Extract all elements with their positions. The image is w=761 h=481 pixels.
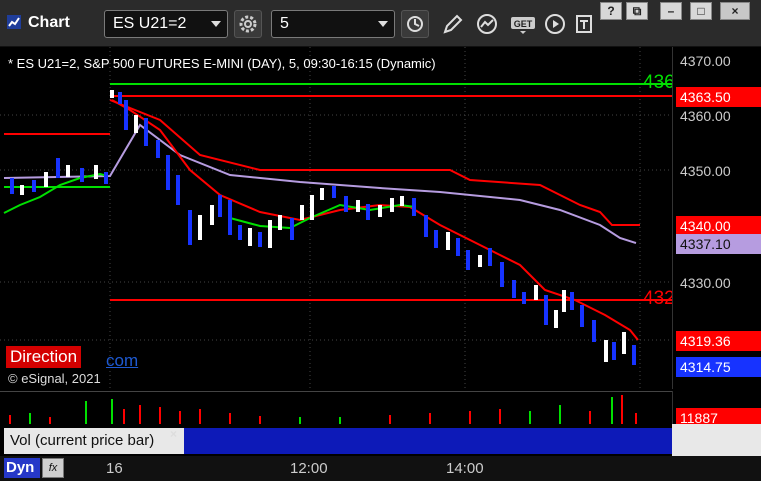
symbol-input[interactable]: ES U21=2 [104,10,228,38]
price-tag-ma: 4337.10 [676,234,761,254]
green-line-label: 436 [643,72,675,93]
purple-ma-line [3,123,637,244]
volume-close-icon[interactable]: × [170,427,177,441]
price-tag-mid: 4340.00 [676,216,761,236]
help-button[interactable]: ? [600,2,622,20]
chevron-down-icon [211,21,221,27]
pencil-icon [443,14,463,34]
gear-icon [239,15,257,33]
window-toolbar: Chart ES U21=2 5 GET ? ⧉ – □ × [0,0,761,47]
price-chart[interactable] [0,47,672,389]
green-ma-line-2 [229,203,416,230]
svg-text:GET: GET [514,19,533,29]
y-tick-4350: 4350.00 [680,163,731,179]
clock-icon [407,16,423,32]
fx-button[interactable]: fx [42,458,64,478]
get-button[interactable]: GET [507,10,537,38]
play-icon [545,14,565,34]
get-icon: GET [511,17,535,34]
maximize-button[interactable]: □ [690,2,712,20]
interval-value: 5 [280,15,289,32]
y-tick-4360: 4360.00 [680,108,731,124]
dyn-button[interactable]: Dyn [4,458,40,478]
play-button[interactable] [541,10,569,38]
app-title: Chart [28,14,70,31]
time-label-16: 16 [106,460,123,477]
grid-lines [0,47,672,389]
copyright-text: © eSignal, 2021 [8,371,101,386]
chevron-down-icon [378,21,388,27]
symbol-value: ES U21=2 [113,15,187,32]
settings-button[interactable] [234,10,262,38]
price-tag-high: 4363.50 [676,87,761,107]
interval-input[interactable]: 5 [271,10,395,38]
time-label-1400: 14:00 [446,460,484,477]
price-tag-last: 4314.75 [676,357,761,377]
volume-bars [9,395,637,424]
candles [10,90,636,365]
template-button[interactable] [571,10,599,38]
chart-app-icon [7,15,21,29]
y-tick-4370: 4370.00 [680,53,731,69]
volume-study-bar [184,428,672,454]
line-chart-icon [477,14,497,34]
draw-button[interactable] [439,10,467,38]
time-button[interactable] [401,10,429,38]
restore-button[interactable]: ⧉ [626,2,648,20]
esignal-link[interactable]: com [106,351,138,371]
studies-button[interactable] [473,10,501,38]
minimize-button[interactable]: – [660,2,682,20]
close-button[interactable]: × [720,2,750,20]
green-ma-line [3,172,109,214]
chart-header: * ES U21=2, S&P 500 FUTURES E-MINI (DAY)… [8,56,436,71]
red-line-label: 432 [643,288,675,309]
direction-badge[interactable]: Direction [6,346,82,368]
y-tick-4330: 4330.00 [680,275,731,291]
volume-study-label[interactable]: Vol (current price bar) [4,428,184,454]
template-icon [576,15,592,33]
time-label-1200: 12:00 [290,460,328,477]
price-tag-fast-ma: 4319.36 [676,331,761,351]
